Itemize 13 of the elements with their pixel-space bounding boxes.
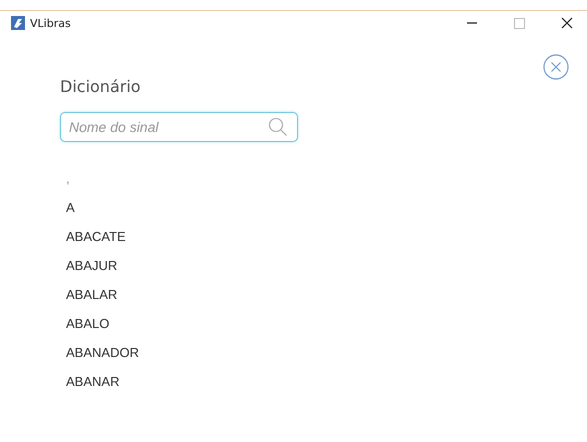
window-title: VLibras (30, 16, 71, 30)
word-item[interactable]: ABALO (66, 309, 110, 338)
word-item[interactable]: ABALAR (66, 280, 118, 309)
search-field[interactable]: Nome do sinal (60, 112, 298, 142)
word-item[interactable]: A (66, 193, 75, 222)
word-item[interactable]: ABACATE (66, 222, 126, 251)
search-icon (268, 117, 288, 137)
word-item[interactable]: ABAJUR (66, 251, 118, 280)
word-item[interactable]: ABANADOR (66, 338, 139, 367)
close-icon[interactable] (561, 17, 573, 29)
word-item[interactable]: ABANAR (66, 367, 120, 396)
dictionary-heading: Dicionário (60, 76, 141, 96)
app-logo-icon (11, 16, 25, 30)
